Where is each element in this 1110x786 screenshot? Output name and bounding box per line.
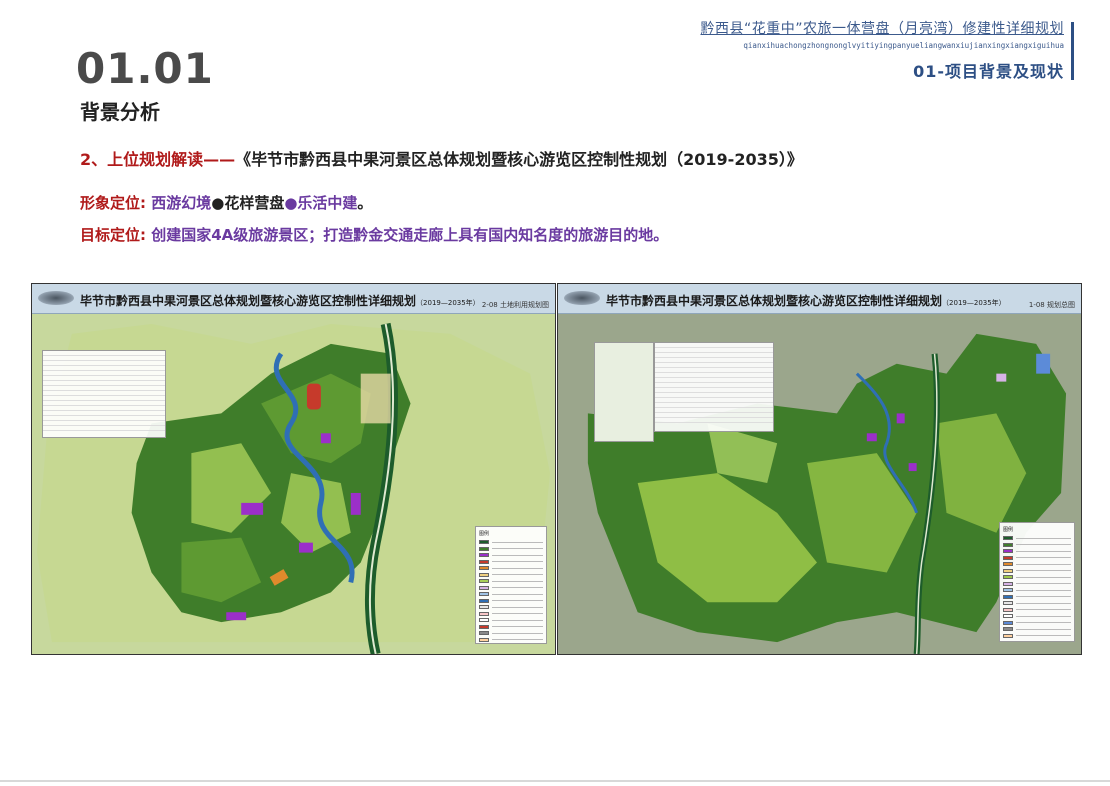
- plan-stats-table: [654, 342, 774, 432]
- map-title-part-c: 总体规划暨核心游览区控制性详细规划: [212, 294, 417, 308]
- goal-positioning-label: 目标定位:: [80, 226, 146, 244]
- map-logo: [564, 291, 600, 305]
- image-positioning-part1: 西游幻境: [146, 194, 212, 212]
- page-subtitle: 背景分析: [80, 100, 160, 124]
- map-title-part-b: 中果河景区: [152, 294, 213, 308]
- map-title-part-c: 总体规划暨核心游览区控制性详细规划: [738, 294, 943, 308]
- project-title: 黔西县“花重中”农旅一体营盘（月亮湾）修建性详细规划: [700, 21, 1064, 37]
- plan-heading: 2、上位规划解读——《毕节市黔西县中果河景区总体规划暨核心游览区控制性规划（20…: [80, 146, 803, 170]
- plan-heading-lead: 2、上位规划解读——: [80, 150, 236, 169]
- map-title: 毕节市黔西县中果河景区总体规划暨核心游览区控制性详细规划（2019—2035年）: [80, 292, 480, 309]
- page-number: 01.01: [76, 44, 214, 93]
- plan-heading-book: 《毕节市黔西县中果河景区总体规划暨核心游览区控制性规划（2019-2035）》: [235, 150, 803, 169]
- goal-positioning-part1: 创建国家4A级旅游景区；: [146, 226, 324, 244]
- section-title: 01-项目背景及现状: [913, 62, 1064, 81]
- map-title-years: （2019—2035年）: [942, 299, 1006, 307]
- goal-positioning: 目标定位: 创建国家4A级旅游景区；打造黔金交通走廊上具有国内知名度的旅游目的地…: [80, 224, 668, 245]
- map-image: 图例: [32, 314, 555, 654]
- map-title-bar: 毕节市黔西县中果河景区总体规划暨核心游览区控制性详细规划（2019—2035年）…: [32, 284, 555, 314]
- image-positioning-part3: ●乐活中建: [284, 194, 358, 212]
- map-legend: 图例: [475, 526, 547, 644]
- map-title-bar: 毕节市黔西县中果河景区总体规划暨核心游览区控制性详细规划（2019—2035年）…: [558, 284, 1081, 314]
- map-title: 毕节市黔西县中果河景区总体规划暨核心游览区控制性详细规划（2019—2035年）: [606, 292, 1006, 309]
- map-legend: 图例: [999, 522, 1075, 642]
- image-positioning: 形象定位: 西游幻境●花样营盘●乐活中建。: [80, 192, 372, 213]
- land-use-plan-map: 毕节市黔西县中果河景区总体规划暨核心游览区控制性详细规划（2019—2035年）…: [31, 283, 556, 655]
- legend-title: 图例: [1003, 527, 1014, 533]
- map-title-part-b: 中果河景区: [678, 294, 739, 308]
- image-positioning-label: 形象定位:: [80, 194, 146, 212]
- map-code: 2-08 土地利用规划图: [481, 301, 549, 309]
- map-title-part-a: 毕节市黔西县: [80, 294, 153, 308]
- legend-title: 图例: [479, 531, 490, 537]
- header: 黔西县“花重中”农旅一体营盘（月亮湾）修建性详细规划 qianxihuachon…: [700, 18, 1064, 82]
- project-title-pinyin: qianxihuachongzhongnonglvyitiyingpanyuel…: [743, 41, 1064, 50]
- map-title-years: （2019—2035年）: [416, 299, 480, 307]
- goal-positioning-part2: 打造黔金交通走廊上具有国内知名度的旅游目的地。: [323, 226, 669, 244]
- page-bottom-divider: [0, 780, 1110, 782]
- location-inset-map: [594, 342, 654, 442]
- master-plan-map: 毕节市黔西县中果河景区总体规划暨核心游览区控制性详细规划（2019—2035年）…: [557, 283, 1082, 655]
- map-title-part-a: 毕节市黔西县: [606, 294, 679, 308]
- land-use-stats-table: [42, 350, 166, 438]
- header-accent-bar: [1071, 22, 1074, 80]
- image-positioning-end: 。: [357, 194, 373, 212]
- map-code: 1-08 规划总图: [1028, 301, 1075, 309]
- map-image: 图例: [558, 314, 1081, 654]
- image-positioning-part2: ●花样营盘: [211, 194, 285, 212]
- map-logo: [38, 291, 74, 305]
